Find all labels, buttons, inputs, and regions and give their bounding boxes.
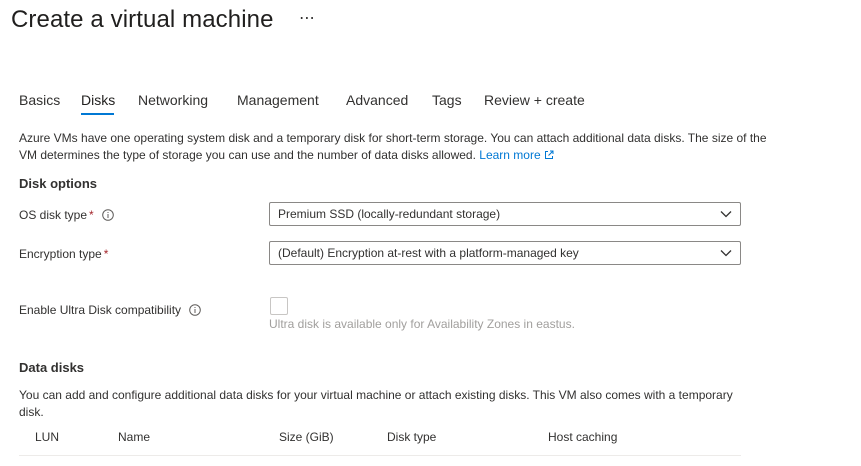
ultra-disk-label-text: Enable Ultra Disk compatibility bbox=[19, 303, 182, 317]
chevron-down-icon bbox=[720, 211, 732, 218]
page-title: Create a virtual machine bbox=[11, 6, 274, 33]
ultra-disk-helper-text: Ultra disk is available only for Availab… bbox=[269, 317, 575, 331]
ultra-disk-checkbox[interactable] bbox=[270, 297, 288, 315]
column-header-size: Size (GiB) bbox=[279, 430, 334, 444]
create-vm-page: Create a virtual machine ⋯ Basics Disks … bbox=[0, 0, 861, 466]
info-icon[interactable] bbox=[189, 304, 201, 316]
os-disk-type-label: OS disk type * bbox=[19, 208, 114, 222]
column-header-disk-type: Disk type bbox=[387, 430, 437, 444]
tab-tags[interactable]: Tags bbox=[432, 92, 462, 118]
encryption-type-label-text: Encryption type bbox=[19, 247, 102, 261]
active-tab-indicator bbox=[81, 113, 114, 115]
required-marker: * bbox=[89, 208, 94, 222]
disk-options-heading: Disk options bbox=[19, 176, 98, 191]
os-disk-type-label-text: OS disk type bbox=[19, 208, 88, 222]
encryption-type-value: (Default) Encryption at-rest with a plat… bbox=[278, 246, 579, 260]
external-link-icon bbox=[544, 150, 554, 159]
column-header-name: Name bbox=[118, 430, 151, 444]
chevron-down-icon bbox=[720, 250, 732, 257]
column-header-lun: LUN bbox=[35, 430, 60, 444]
more-options-button[interactable]: ⋯ bbox=[299, 9, 315, 29]
intro-text: Azure VMs have one operating system disk… bbox=[19, 130, 779, 164]
data-disks-description: You can add and configure additional dat… bbox=[19, 388, 733, 419]
column-header-host-caching: Host caching bbox=[548, 430, 618, 444]
tab-management[interactable]: Management bbox=[237, 92, 319, 118]
tab-networking[interactable]: Networking bbox=[138, 92, 208, 118]
encryption-type-dropdown[interactable]: (Default) Encryption at-rest with a plat… bbox=[269, 241, 741, 265]
os-disk-type-value: Premium SSD (locally-redundant storage) bbox=[278, 207, 501, 221]
required-marker: * bbox=[103, 247, 109, 261]
info-icon[interactable] bbox=[101, 209, 114, 221]
ultra-disk-label: Enable Ultra Disk compatibility bbox=[19, 303, 201, 317]
os-disk-type-dropdown[interactable]: Premium SSD (locally-redundant storage) bbox=[269, 202, 741, 226]
tab-review-create[interactable]: Review + create bbox=[484, 92, 585, 118]
learn-more-link[interactable]: Learn more bbox=[479, 148, 554, 162]
learn-more-label[interactable]: Learn more bbox=[479, 148, 540, 162]
tab-advanced[interactable]: Advanced bbox=[346, 92, 408, 118]
encryption-type-label: Encryption type * bbox=[19, 247, 108, 261]
tab-basics[interactable]: Basics bbox=[19, 92, 60, 118]
table-divider bbox=[19, 455, 741, 456]
data-disks-heading: Data disks bbox=[19, 360, 85, 375]
intro-description: Azure VMs have one operating system disk… bbox=[19, 131, 767, 162]
